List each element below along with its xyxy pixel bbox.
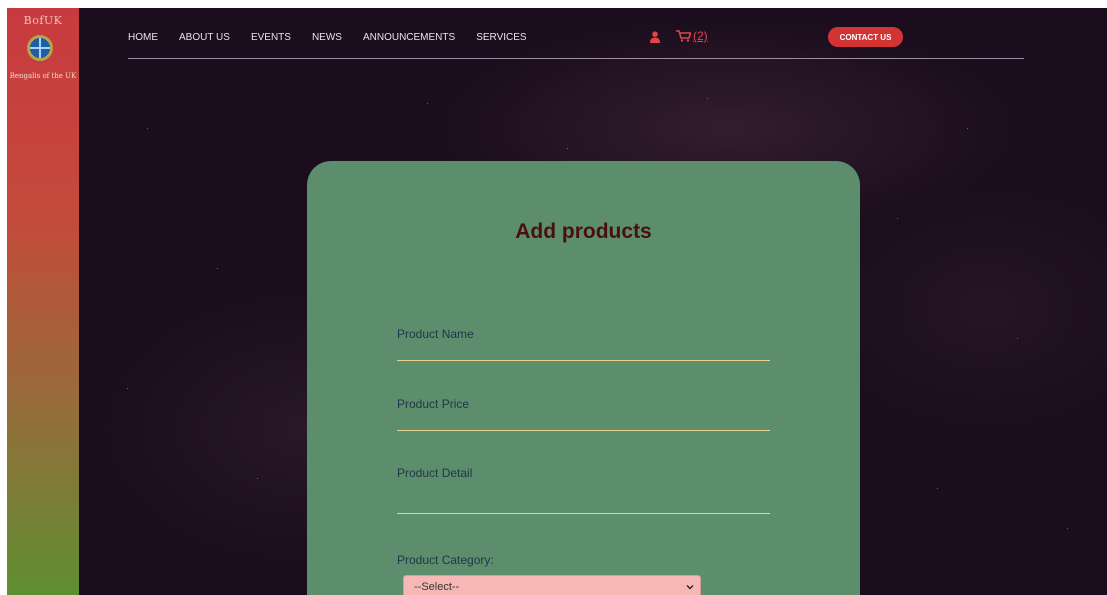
chevron-down-icon <box>686 585 694 590</box>
main-nav: HOME ABOUT US EVENTS NEWS ANNOUNCEMENTS … <box>128 32 548 43</box>
page-frame: BofUK Bengalis of the UK HOME ABOUT US E… <box>7 8 1107 595</box>
user-icon[interactable] <box>649 31 661 43</box>
nav-services[interactable]: SERVICES <box>476 32 526 43</box>
brand-sidebar: BofUK Bengalis of the UK <box>7 8 79 595</box>
cart-count[interactable]: (2) <box>693 29 708 43</box>
product-price-label: Product Price <box>397 397 470 411</box>
nav-announcements[interactable]: ANNOUNCEMENTS <box>363 32 455 43</box>
contact-us-button[interactable]: CONTACT US <box>828 27 903 47</box>
product-name-label: Product Name <box>397 327 474 341</box>
product-detail-input[interactable] <box>397 513 770 514</box>
nav-home[interactable]: HOME <box>128 32 158 43</box>
category-selected-value: --Select-- <box>414 581 460 593</box>
nav-divider <box>128 58 1024 59</box>
nav-events[interactable]: EVENTS <box>251 32 291 43</box>
cart-icon <box>676 30 691 42</box>
product-category-select[interactable]: --Select-- <box>403 575 701 595</box>
product-price-input[interactable] <box>397 430 770 431</box>
logo-text[interactable]: BofUK <box>7 14 79 27</box>
nav-news[interactable]: NEWS <box>312 32 342 43</box>
add-product-card: Add products Product Name Product Price … <box>307 161 860 595</box>
nav-about-us[interactable]: ABOUT US <box>179 32 230 43</box>
product-detail-label: Product Detail <box>397 466 473 480</box>
product-name-input[interactable] <box>397 360 770 361</box>
cart-link[interactable]: (2) <box>676 29 708 43</box>
globe-logo-icon[interactable] <box>27 35 53 61</box>
form-title: Add products <box>515 220 652 243</box>
product-category-label: Product Category: <box>397 553 494 567</box>
logo-subtitle: Bengalis of the UK <box>9 72 77 80</box>
